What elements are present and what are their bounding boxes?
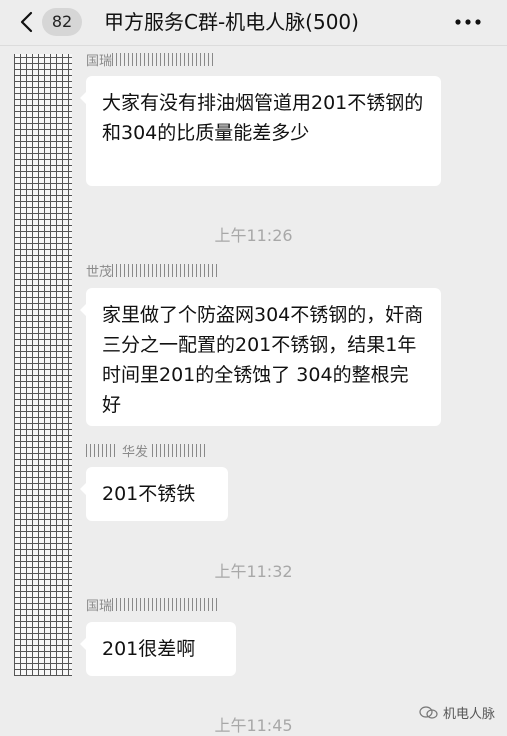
timestamp: 上午11:32 xyxy=(214,562,293,581)
message-bubble[interactable]: 家里做了个防盗网304不锈钢的，奸商三分之一配置的201不锈钢，结果1年时间里2… xyxy=(80,288,441,426)
message-bubble[interactable]: 大家有没有排油烟管道用201不锈钢的 和304的比质量能差多少 xyxy=(80,76,441,186)
message-sender: 华发 xyxy=(86,444,207,462)
avatar-column-redacted xyxy=(14,54,72,676)
redacted-name-mask xyxy=(112,53,217,66)
message-bubble[interactable]: 201很差啊 xyxy=(80,622,236,676)
message-text: 201很差啊 xyxy=(102,638,196,660)
back-arrow-icon[interactable] xyxy=(16,10,40,34)
timestamp: 上午11:26 xyxy=(214,226,293,245)
message-text: 大家有没有排油烟管道用201不锈钢的 和304的比质量能差多少 xyxy=(102,92,424,144)
redacted-name-mask xyxy=(152,444,207,457)
message-sender: 世茂 xyxy=(86,264,221,282)
message-text: 家里做了个防盗网304不锈钢的，奸商三分之一配置的201不锈钢，结果1年时间里2… xyxy=(102,304,424,416)
unread-count-badge[interactable]: 82 xyxy=(42,8,82,36)
message-sender: 国瑞 xyxy=(86,53,217,71)
watermark: 机电人脉 xyxy=(419,703,495,722)
redacted-name-mask xyxy=(86,444,118,457)
more-options-icon[interactable] xyxy=(453,14,483,30)
watermark-text: 机电人脉 xyxy=(442,707,495,722)
wechat-logo-icon xyxy=(419,705,438,719)
redacted-name-mask xyxy=(112,264,221,277)
chat-title: 甲方服务C群-机电人脉(500) xyxy=(104,10,359,34)
redacted-name-mask xyxy=(112,598,219,611)
message-text: 201不锈铁 xyxy=(102,483,196,505)
message-bubble[interactable]: 201不锈铁 xyxy=(80,467,228,521)
message-sender: 国瑞 xyxy=(86,598,219,616)
chat-header: 82 甲方服务C群-机电人脉(500) xyxy=(0,0,507,46)
